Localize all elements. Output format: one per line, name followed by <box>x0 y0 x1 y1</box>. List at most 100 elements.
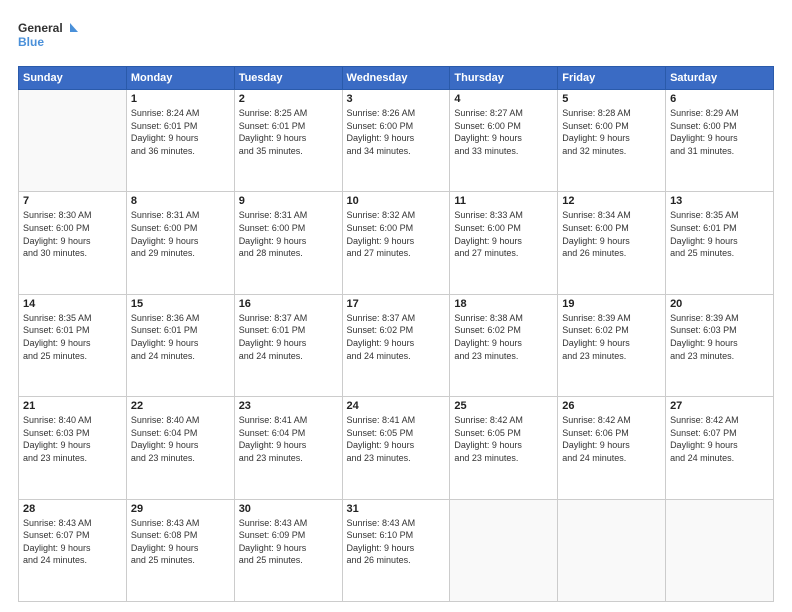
day-number: 8 <box>131 195 230 207</box>
day-number: 6 <box>670 93 769 105</box>
cell-info: Sunrise: 8:41 AMSunset: 6:05 PMDaylight:… <box>347 414 446 464</box>
cell-info: Sunrise: 8:42 AMSunset: 6:06 PMDaylight:… <box>562 414 661 464</box>
calendar-week-0: 1 Sunrise: 8:24 AMSunset: 6:01 PMDaylight… <box>19 90 774 192</box>
day-number: 5 <box>562 93 661 105</box>
calendar-week-3: 21 Sunrise: 8:40 AMSunset: 6:03 PMDayligh… <box>19 397 774 499</box>
day-number: 28 <box>23 503 122 515</box>
day-number: 19 <box>562 298 661 310</box>
cell-info: Sunrise: 8:33 AMSunset: 6:00 PMDaylight:… <box>454 209 553 259</box>
day-number: 16 <box>239 298 338 310</box>
calendar-cell: 13 Sunrise: 8:35 AMSunset: 6:01 PMDayligh… <box>666 192 774 294</box>
calendar-cell: 22Sunrise: 8:40 AMSunset: 6:04 PMDayligh… <box>126 397 234 499</box>
day-number: 4 <box>454 93 553 105</box>
cell-info: Sunrise: 8:40 AMSunset: 6:03 PMDaylight:… <box>23 414 122 464</box>
calendar-cell: 11 Sunrise: 8:33 AMSunset: 6:00 PMDayligh… <box>450 192 558 294</box>
day-number: 24 <box>347 400 446 412</box>
weekday-header-row: SundayMondayTuesdayWednesdayThursdayFrid… <box>19 67 774 90</box>
calendar-cell: 25Sunrise: 8:42 AMSunset: 6:05 PMDayligh… <box>450 397 558 499</box>
cell-info: Sunrise: 8:43 AMSunset: 6:10 PMDaylight:… <box>347 517 446 567</box>
calendar-cell <box>666 499 774 601</box>
calendar-cell: 15 Sunrise: 8:36 AMSunset: 6:01 PMDayligh… <box>126 294 234 396</box>
calendar-cell: 17 Sunrise: 8:37 AMSunset: 6:02 PMDayligh… <box>342 294 450 396</box>
calendar-cell: 8Sunrise: 8:31 AMSunset: 6:00 PMDaylight… <box>126 192 234 294</box>
cell-info: Sunrise: 8:32 AMSunset: 6:00 PMDaylight:… <box>347 209 446 259</box>
header: General Blue <box>18 18 774 56</box>
cell-info: Sunrise: 8:37 AMSunset: 6:02 PMDaylight:… <box>347 312 446 362</box>
cell-info: Sunrise: 8:31 AMSunset: 6:00 PMDaylight:… <box>239 209 338 259</box>
calendar-week-4: 28 Sunrise: 8:43 AMSunset: 6:07 PMDayligh… <box>19 499 774 601</box>
cell-info: Sunrise: 8:43 AMSunset: 6:07 PMDaylight:… <box>23 517 122 567</box>
day-number: 14 <box>23 298 122 310</box>
day-number: 21 <box>23 400 122 412</box>
weekday-monday: Monday <box>126 67 234 90</box>
day-number: 2 <box>239 93 338 105</box>
logo: General Blue <box>18 18 78 56</box>
cell-info: Sunrise: 8:24 AMSunset: 6:01 PMDaylight:… <box>131 107 230 157</box>
cell-info: Sunrise: 8:30 AMSunset: 6:00 PMDaylight:… <box>23 209 122 259</box>
day-number: 23 <box>239 400 338 412</box>
weekday-thursday: Thursday <box>450 67 558 90</box>
day-number: 29 <box>131 503 230 515</box>
weekday-sunday: Sunday <box>19 67 127 90</box>
weekday-tuesday: Tuesday <box>234 67 342 90</box>
day-number: 1 <box>131 93 230 105</box>
calendar-cell <box>558 499 666 601</box>
calendar-cell: 18 Sunrise: 8:38 AMSunset: 6:02 PMDayligh… <box>450 294 558 396</box>
calendar-cell: 4 Sunrise: 8:27 AMSunset: 6:00 PMDaylight… <box>450 90 558 192</box>
day-number: 17 <box>347 298 446 310</box>
cell-info: Sunrise: 8:29 AMSunset: 6:00 PMDaylight:… <box>670 107 769 157</box>
calendar-cell: 21 Sunrise: 8:40 AMSunset: 6:03 PMDayligh… <box>19 397 127 499</box>
calendar-cell: 24 Sunrise: 8:41 AMSunset: 6:05 PMDayligh… <box>342 397 450 499</box>
calendar-cell: 26Sunrise: 8:42 AMSunset: 6:06 PMDayligh… <box>558 397 666 499</box>
weekday-wednesday: Wednesday <box>342 67 450 90</box>
day-number: 3 <box>347 93 446 105</box>
day-number: 9 <box>239 195 338 207</box>
calendar-page: General Blue SundayMondayTuesdayWednesda… <box>0 0 792 612</box>
calendar-cell: 30 Sunrise: 8:43 AMSunset: 6:09 PMDayligh… <box>234 499 342 601</box>
day-number: 18 <box>454 298 553 310</box>
cell-info: Sunrise: 8:27 AMSunset: 6:00 PMDaylight:… <box>454 107 553 157</box>
calendar-cell: 19Sunrise: 8:39 AMSunset: 6:02 PMDayligh… <box>558 294 666 396</box>
calendar-table: SundayMondayTuesdayWednesdayThursdayFrid… <box>18 66 774 602</box>
day-number: 22 <box>131 400 230 412</box>
cell-info: Sunrise: 8:42 AMSunset: 6:07 PMDaylight:… <box>670 414 769 464</box>
day-number: 7 <box>23 195 122 207</box>
day-number: 31 <box>347 503 446 515</box>
cell-info: Sunrise: 8:43 AMSunset: 6:09 PMDaylight:… <box>239 517 338 567</box>
cell-info: Sunrise: 8:39 AMSunset: 6:03 PMDaylight:… <box>670 312 769 362</box>
weekday-saturday: Saturday <box>666 67 774 90</box>
calendar-cell: 29Sunrise: 8:43 AMSunset: 6:08 PMDayligh… <box>126 499 234 601</box>
cell-info: Sunrise: 8:38 AMSunset: 6:02 PMDaylight:… <box>454 312 553 362</box>
day-number: 12 <box>562 195 661 207</box>
cell-info: Sunrise: 8:35 AMSunset: 6:01 PMDaylight:… <box>23 312 122 362</box>
calendar-week-1: 7 Sunrise: 8:30 AMSunset: 6:00 PMDaylight… <box>19 192 774 294</box>
calendar-cell: 31 Sunrise: 8:43 AMSunset: 6:10 PMDayligh… <box>342 499 450 601</box>
day-number: 30 <box>239 503 338 515</box>
calendar-cell: 10Sunrise: 8:32 AMSunset: 6:00 PMDayligh… <box>342 192 450 294</box>
day-number: 11 <box>454 195 553 207</box>
cell-info: Sunrise: 8:36 AMSunset: 6:01 PMDaylight:… <box>131 312 230 362</box>
calendar-cell: 27 Sunrise: 8:42 AMSunset: 6:07 PMDayligh… <box>666 397 774 499</box>
calendar-cell: 9 Sunrise: 8:31 AMSunset: 6:00 PMDaylight… <box>234 192 342 294</box>
calendar-cell: 6 Sunrise: 8:29 AMSunset: 6:00 PMDaylight… <box>666 90 774 192</box>
calendar-cell: 14 Sunrise: 8:35 AMSunset: 6:01 PMDayligh… <box>19 294 127 396</box>
cell-info: Sunrise: 8:42 AMSunset: 6:05 PMDaylight:… <box>454 414 553 464</box>
day-number: 15 <box>131 298 230 310</box>
cell-info: Sunrise: 8:28 AMSunset: 6:00 PMDaylight:… <box>562 107 661 157</box>
day-number: 13 <box>670 195 769 207</box>
calendar-cell: 2Sunrise: 8:25 AMSunset: 6:01 PMDaylight… <box>234 90 342 192</box>
logo-svg: General Blue <box>18 18 78 56</box>
weekday-friday: Friday <box>558 67 666 90</box>
cell-info: Sunrise: 8:35 AMSunset: 6:01 PMDaylight:… <box>670 209 769 259</box>
cell-info: Sunrise: 8:41 AMSunset: 6:04 PMDaylight:… <box>239 414 338 464</box>
calendar-cell <box>19 90 127 192</box>
svg-text:Blue: Blue <box>18 35 44 49</box>
calendar-cell: 3 Sunrise: 8:26 AMSunset: 6:00 PMDaylight… <box>342 90 450 192</box>
cell-info: Sunrise: 8:34 AMSunset: 6:00 PMDaylight:… <box>562 209 661 259</box>
calendar-cell: 20Sunrise: 8:39 AMSunset: 6:03 PMDayligh… <box>666 294 774 396</box>
calendar-cell <box>450 499 558 601</box>
svg-text:General: General <box>18 21 63 35</box>
calendar-cell: 12 Sunrise: 8:34 AMSunset: 6:00 PMDayligh… <box>558 192 666 294</box>
cell-info: Sunrise: 8:26 AMSunset: 6:00 PMDaylight:… <box>347 107 446 157</box>
day-number: 27 <box>670 400 769 412</box>
